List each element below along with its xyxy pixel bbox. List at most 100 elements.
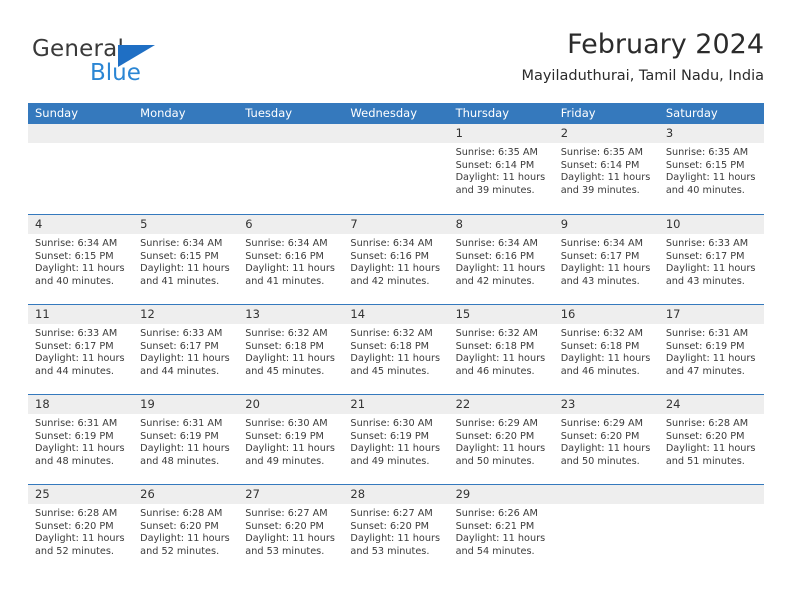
calendar-page: General Blue February 2024 Mayiladuthura… bbox=[0, 0, 792, 612]
day-cell[interactable]: 10 Sunrise: 6:33 AM Sunset: 6:17 PM Dayl… bbox=[658, 215, 764, 304]
day-cell[interactable]: 6 Sunrise: 6:34 AM Sunset: 6:16 PM Dayli… bbox=[238, 215, 344, 304]
day-number: 17 bbox=[658, 305, 764, 324]
week-row: 11 Sunrise: 6:33 AM Sunset: 6:17 PM Dayl… bbox=[28, 304, 764, 394]
day-cell[interactable]: 26 Sunrise: 6:28 AM Sunset: 6:20 PM Dayl… bbox=[133, 485, 239, 574]
sunrise-text: Sunrise: 6:31 AM bbox=[35, 418, 118, 429]
daylight-text-line1: Daylight: 11 hours bbox=[35, 533, 125, 545]
day-cell[interactable]: 7 Sunrise: 6:34 AM Sunset: 6:16 PM Dayli… bbox=[343, 215, 449, 304]
day-cell[interactable]: 25 Sunrise: 6:28 AM Sunset: 6:20 PM Dayl… bbox=[28, 485, 134, 574]
day-number: 1 bbox=[448, 124, 554, 143]
logo-text-general: General bbox=[32, 36, 125, 62]
day-info bbox=[343, 143, 448, 147]
day-cell[interactable] bbox=[133, 124, 239, 214]
daylight-text-line2: and 46 minutes. bbox=[560, 365, 640, 377]
sunset-text: Sunset: 6:20 PM bbox=[140, 520, 219, 532]
sunset-text: Sunset: 6:16 PM bbox=[350, 250, 430, 262]
day-cell[interactable]: 20 Sunrise: 6:30 AM Sunset: 6:19 PM Dayl… bbox=[238, 395, 344, 484]
day-number: 27 bbox=[238, 485, 344, 504]
day-number: 12 bbox=[133, 305, 239, 324]
daylight-text-line1: Daylight: 11 hours bbox=[455, 533, 546, 545]
day-cell[interactable]: 23 Sunrise: 6:29 AM Sunset: 6:20 PM Dayl… bbox=[553, 395, 659, 484]
day-cell[interactable]: 4 Sunrise: 6:34 AM Sunset: 6:15 PM Dayli… bbox=[28, 215, 134, 304]
day-info: Sunrise: 6:27 AM Sunset: 6:20 PM Dayligh… bbox=[343, 504, 448, 558]
day-cell[interactable]: 18 Sunrise: 6:31 AM Sunset: 6:19 PM Dayl… bbox=[28, 395, 134, 484]
day-cell[interactable] bbox=[658, 485, 764, 574]
sunset-text: Sunset: 6:20 PM bbox=[245, 520, 324, 532]
sunrise-text: Sunrise: 6:34 AM bbox=[35, 238, 118, 249]
sunset-text: Sunset: 6:20 PM bbox=[665, 430, 745, 442]
sunset-text: Sunset: 6:20 PM bbox=[455, 430, 535, 442]
day-info: Sunrise: 6:33 AM Sunset: 6:17 PM Dayligh… bbox=[133, 324, 238, 378]
weekday-header-thursday: Thursday bbox=[455, 106, 510, 120]
day-cell[interactable]: 17 Sunrise: 6:31 AM Sunset: 6:19 PM Dayl… bbox=[658, 305, 764, 394]
sunrise-text: Sunrise: 6:28 AM bbox=[665, 418, 749, 429]
sunrise-text: Sunrise: 6:29 AM bbox=[455, 418, 538, 429]
sunset-text: Sunset: 6:21 PM bbox=[455, 520, 535, 532]
daylight-text-line2: and 51 minutes. bbox=[665, 455, 745, 467]
day-number bbox=[28, 124, 134, 143]
day-number bbox=[133, 124, 239, 143]
daylight-text-line1: Daylight: 11 hours bbox=[350, 263, 441, 275]
day-cell[interactable]: 24 Sunrise: 6:28 AM Sunset: 6:20 PM Dayl… bbox=[658, 395, 764, 484]
daylight-text-line2: and 44 minutes. bbox=[140, 365, 220, 377]
day-cell[interactable] bbox=[553, 485, 659, 574]
daylight-text-line1: Daylight: 11 hours bbox=[350, 443, 441, 455]
day-cell[interactable]: 21 Sunrise: 6:30 AM Sunset: 6:19 PM Dayl… bbox=[343, 395, 449, 484]
day-info: Sunrise: 6:29 AM Sunset: 6:20 PM Dayligh… bbox=[449, 414, 554, 468]
day-cell[interactable]: 5 Sunrise: 6:34 AM Sunset: 6:15 PM Dayli… bbox=[133, 215, 239, 304]
sunrise-text: Sunrise: 6:32 AM bbox=[455, 328, 538, 339]
day-cell[interactable]: 1 Sunrise: 6:35 AM Sunset: 6:14 PM Dayli… bbox=[448, 124, 554, 214]
day-info: Sunrise: 6:31 AM Sunset: 6:19 PM Dayligh… bbox=[133, 414, 238, 468]
sunset-text: Sunset: 6:18 PM bbox=[560, 340, 640, 352]
sunrise-text: Sunrise: 6:33 AM bbox=[665, 238, 749, 249]
day-cell[interactable] bbox=[28, 124, 134, 214]
daylight-text-line2: and 48 minutes. bbox=[35, 455, 115, 467]
daylight-text-line2: and 39 minutes. bbox=[560, 184, 640, 196]
daylight-text-line2: and 40 minutes. bbox=[665, 184, 745, 196]
day-cell[interactable]: 8 Sunrise: 6:34 AM Sunset: 6:16 PM Dayli… bbox=[448, 215, 554, 304]
day-number: 29 bbox=[448, 485, 554, 504]
day-info: Sunrise: 6:28 AM Sunset: 6:20 PM Dayligh… bbox=[659, 414, 764, 468]
day-cell[interactable]: 11 Sunrise: 6:33 AM Sunset: 6:17 PM Dayl… bbox=[28, 305, 134, 394]
day-cell[interactable]: 19 Sunrise: 6:31 AM Sunset: 6:19 PM Dayl… bbox=[133, 395, 239, 484]
day-cell[interactable]: 27 Sunrise: 6:27 AM Sunset: 6:20 PM Dayl… bbox=[238, 485, 344, 574]
weekday-header-wednesday: Wednesday bbox=[350, 106, 418, 120]
day-cell[interactable]: 15 Sunrise: 6:32 AM Sunset: 6:18 PM Dayl… bbox=[448, 305, 554, 394]
sunset-text: Sunset: 6:15 PM bbox=[140, 250, 219, 262]
daylight-text-line2: and 45 minutes. bbox=[350, 365, 430, 377]
sunset-text: Sunset: 6:14 PM bbox=[455, 159, 535, 171]
day-cell[interactable]: 13 Sunrise: 6:32 AM Sunset: 6:18 PM Dayl… bbox=[238, 305, 344, 394]
day-info: Sunrise: 6:34 AM Sunset: 6:16 PM Dayligh… bbox=[238, 234, 343, 288]
day-cell[interactable]: 2 Sunrise: 6:35 AM Sunset: 6:14 PM Dayli… bbox=[553, 124, 659, 214]
day-cell[interactable]: 14 Sunrise: 6:32 AM Sunset: 6:18 PM Dayl… bbox=[343, 305, 449, 394]
day-info: Sunrise: 6:29 AM Sunset: 6:20 PM Dayligh… bbox=[554, 414, 659, 468]
sunset-text: Sunset: 6:16 PM bbox=[455, 250, 535, 262]
daylight-text-line1: Daylight: 11 hours bbox=[455, 172, 546, 184]
day-info bbox=[28, 143, 133, 147]
general-blue-logo[interactable]: General Blue bbox=[28, 36, 258, 88]
daylight-text-line2: and 49 minutes. bbox=[350, 455, 430, 467]
sunset-text: Sunset: 6:19 PM bbox=[350, 430, 430, 442]
day-cell[interactable] bbox=[343, 124, 449, 214]
day-cell[interactable]: 29 Sunrise: 6:26 AM Sunset: 6:21 PM Dayl… bbox=[448, 485, 554, 574]
day-cell[interactable]: 16 Sunrise: 6:32 AM Sunset: 6:18 PM Dayl… bbox=[553, 305, 659, 394]
day-cell[interactable]: 28 Sunrise: 6:27 AM Sunset: 6:20 PM Dayl… bbox=[343, 485, 449, 574]
weekday-header-monday: Monday bbox=[140, 106, 186, 120]
day-cell[interactable]: 3 Sunrise: 6:35 AM Sunset: 6:15 PM Dayli… bbox=[658, 124, 764, 214]
daylight-text-line2: and 40 minutes. bbox=[35, 275, 115, 287]
day-cell[interactable] bbox=[238, 124, 344, 214]
daylight-text-line1: Daylight: 11 hours bbox=[35, 443, 125, 455]
daylight-text-line1: Daylight: 11 hours bbox=[665, 443, 756, 455]
day-cell[interactable]: 22 Sunrise: 6:29 AM Sunset: 6:20 PM Dayl… bbox=[448, 395, 554, 484]
daylight-text-line1: Daylight: 11 hours bbox=[455, 353, 546, 365]
daylight-text-line1: Daylight: 11 hours bbox=[245, 353, 335, 365]
sunset-text: Sunset: 6:15 PM bbox=[665, 159, 745, 171]
daylight-text-line1: Daylight: 11 hours bbox=[140, 263, 230, 275]
daylight-text-line1: Daylight: 11 hours bbox=[245, 533, 335, 545]
day-info: Sunrise: 6:30 AM Sunset: 6:19 PM Dayligh… bbox=[343, 414, 448, 468]
daylight-text-line2: and 41 minutes. bbox=[245, 275, 325, 287]
day-number: 8 bbox=[448, 215, 554, 234]
day-cell[interactable]: 12 Sunrise: 6:33 AM Sunset: 6:17 PM Dayl… bbox=[133, 305, 239, 394]
sunset-text: Sunset: 6:15 PM bbox=[35, 250, 114, 262]
day-cell[interactable]: 9 Sunrise: 6:34 AM Sunset: 6:17 PM Dayli… bbox=[553, 215, 659, 304]
